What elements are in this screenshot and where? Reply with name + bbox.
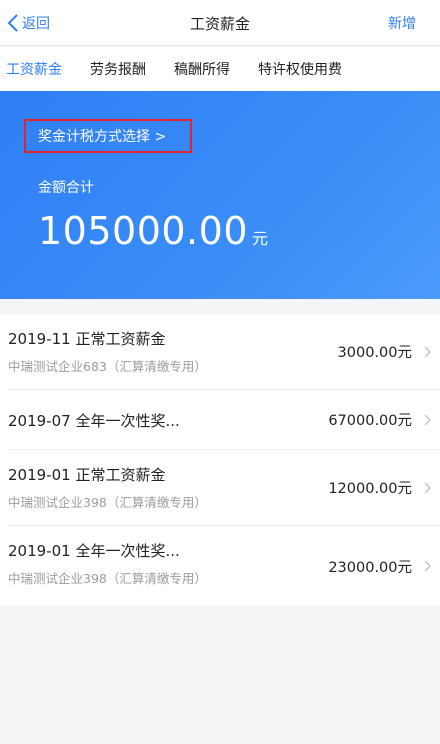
record-title: 2019-01 全年一次性奖... xyxy=(8,542,180,560)
nav-bar: 返回 工资薪金 新增 xyxy=(0,0,440,46)
tab-author-remuneration[interactable]: 稿酬所得 xyxy=(174,59,230,79)
back-label: 返回 xyxy=(22,16,50,32)
record-title: 2019-11 正常工资薪金 xyxy=(8,330,166,348)
total-value: 105000.00 xyxy=(38,209,248,253)
record-employer: 中瑞测试企业683（汇算清缴专用） xyxy=(8,359,207,374)
record-amount: 23000.00元 xyxy=(328,559,412,576)
chevron-right-icon xyxy=(424,526,432,606)
total-summary-card: 奖金计税方式选择 > 金额合计 105000.00 元 xyxy=(0,91,440,299)
bonus-tax-method-button[interactable]: 奖金计税方式选择 > xyxy=(24,119,192,153)
record-amount: 67000.00元 xyxy=(328,413,412,429)
tab-labor-remuneration[interactable]: 劳务报酬 xyxy=(90,59,146,79)
record-amount: 3000.00元 xyxy=(337,345,412,361)
tab-royalties[interactable]: 特许权使用费 xyxy=(258,59,342,79)
page-title: 工资薪金 xyxy=(189,14,250,33)
total-label: 金额合计 xyxy=(38,180,94,196)
tab-salary[interactable]: 工资薪金 xyxy=(6,59,62,79)
income-type-tabs: 工资薪金 劳务报酬 稿酬所得 特许权使用费 xyxy=(0,47,440,91)
record-title: 2019-01 正常工资薪金 xyxy=(8,466,166,484)
add-button[interactable]: 新增 xyxy=(388,0,416,46)
list-item[interactable]: 2019-01 全年一次性奖... 中瑞测试企业398（汇算清缴专用） 2300… xyxy=(8,526,440,606)
record-employer: 中瑞测试企业398（汇算清缴专用） xyxy=(8,571,207,586)
list-item[interactable]: 2019-11 正常工资薪金 中瑞测试企业683（汇算清缴专用） 3000.00… xyxy=(8,314,440,390)
record-title: 2019-07 全年一次性奖... xyxy=(8,412,180,430)
back-button[interactable]: 返回 xyxy=(6,0,50,46)
list-item[interactable]: 2019-01 正常工资薪金 中瑞测试企业398（汇算清缴专用） 12000.0… xyxy=(8,450,440,526)
chevron-left-icon xyxy=(7,14,18,32)
app-screen: 返回 工资薪金 新增 工资薪金 劳务报酬 稿酬所得 特许权使用费 奖金计税方式选… xyxy=(0,0,440,744)
chevron-right-icon xyxy=(424,314,432,389)
total-unit: 元 xyxy=(252,229,269,248)
record-amount: 12000.00元 xyxy=(328,481,412,497)
record-employer: 中瑞测试企业398（汇算清缴专用） xyxy=(8,495,207,510)
chevron-right-icon xyxy=(424,450,432,525)
list-item[interactable]: 2019-07 全年一次性奖... 67000.00元 xyxy=(8,390,440,450)
income-record-list: 2019-11 正常工资薪金 中瑞测试企业683（汇算清缴专用） 3000.00… xyxy=(0,314,440,606)
chevron-right-icon xyxy=(424,390,432,449)
total-amount: 105000.00 元 xyxy=(38,209,268,253)
